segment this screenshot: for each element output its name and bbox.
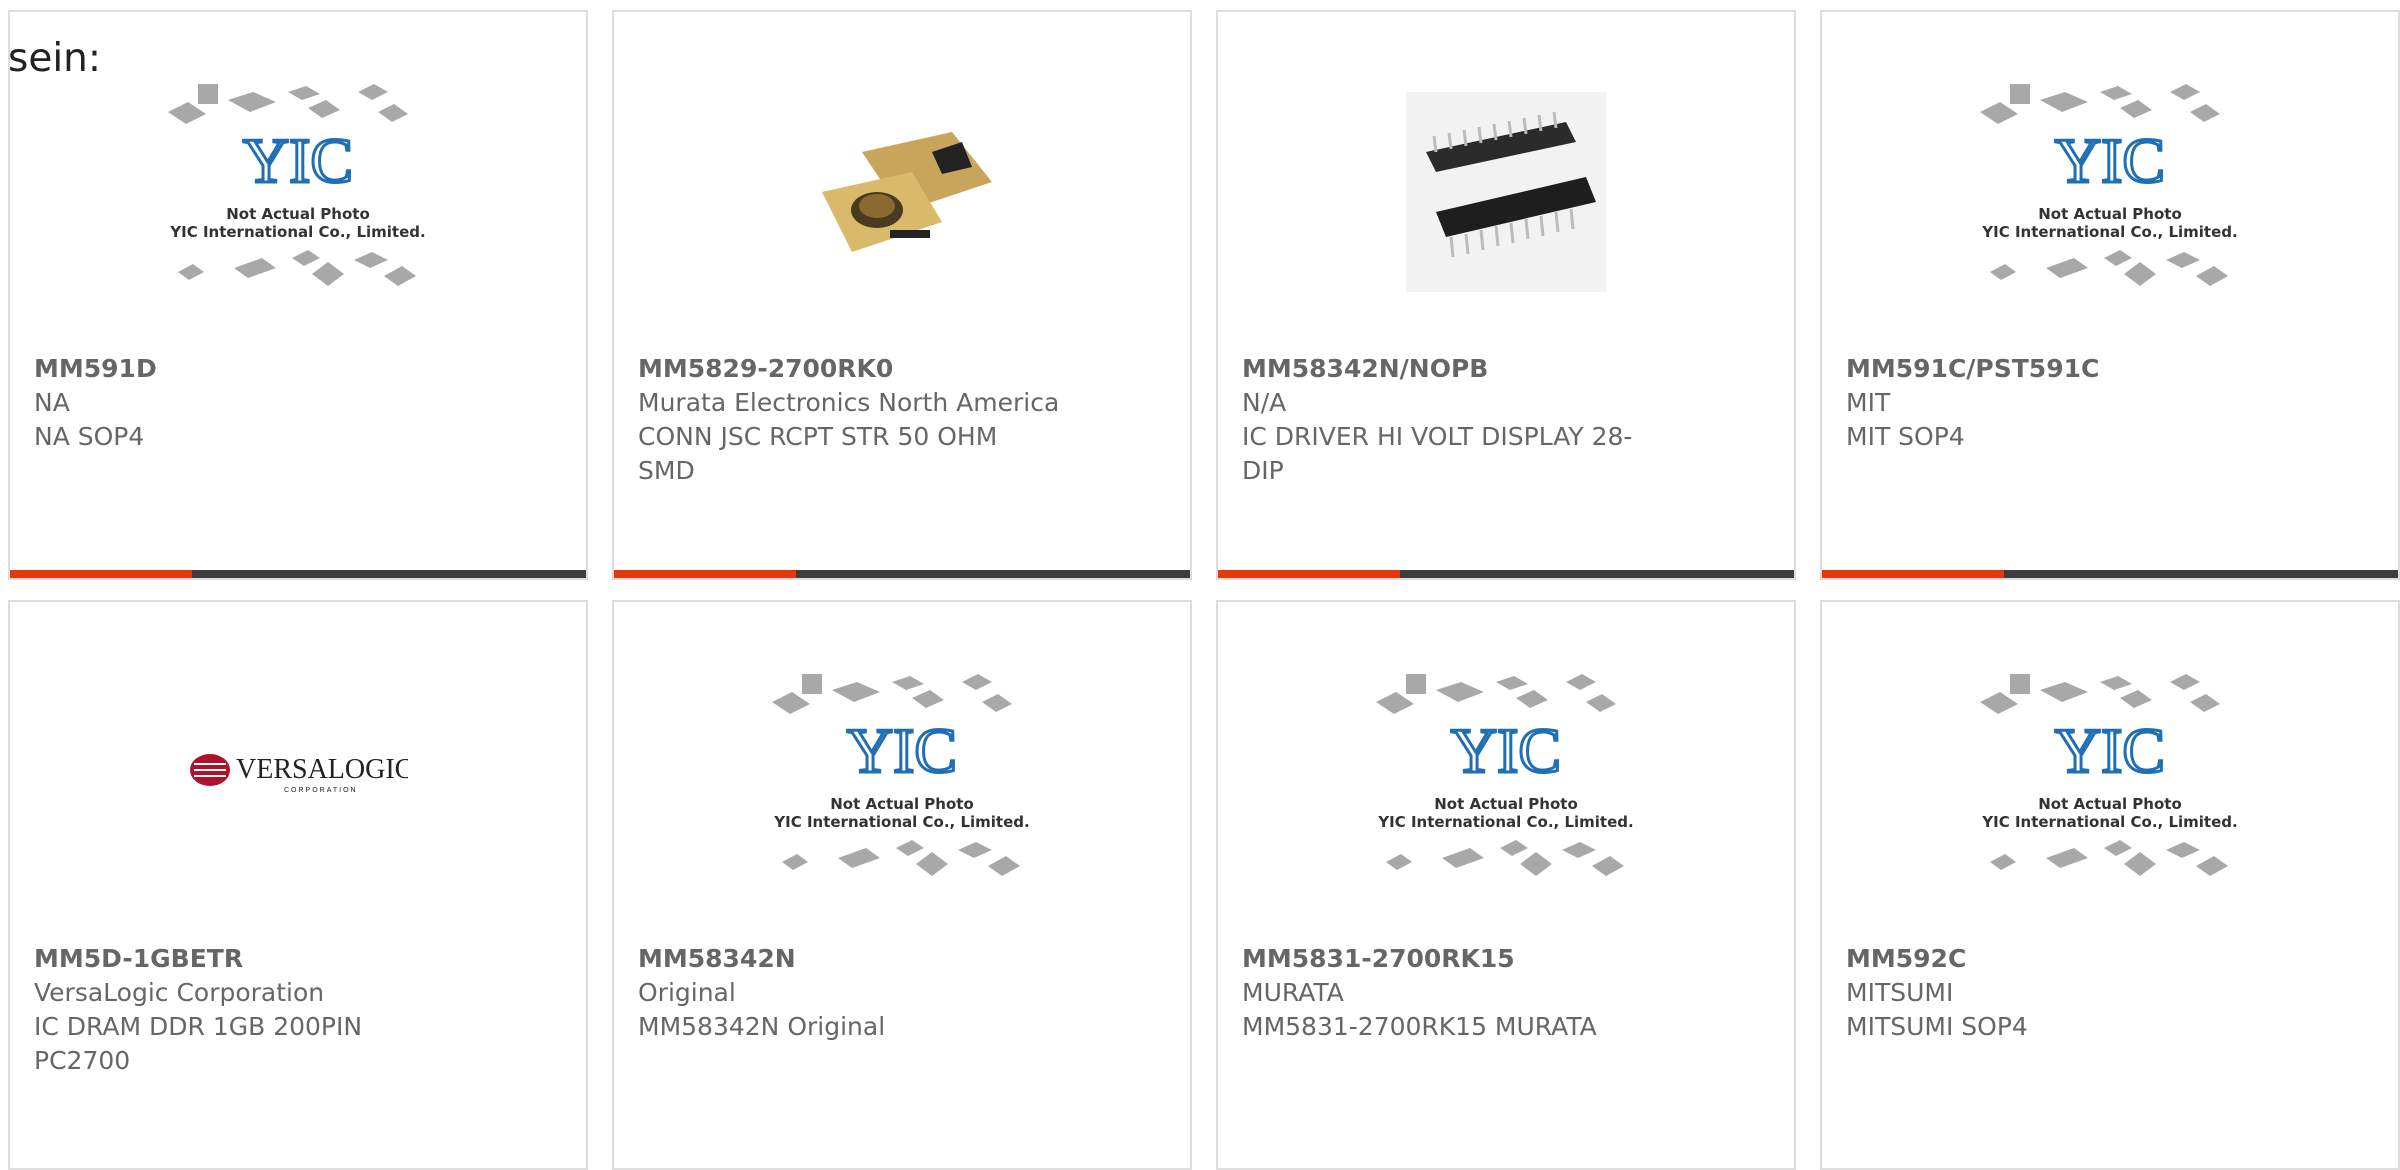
- product-info: MM591D NA NA SOP4: [34, 352, 456, 454]
- card-footer-bar: [1822, 570, 2398, 578]
- manufacturer: Murata Electronics North America: [638, 388, 1060, 417]
- yic-logo: YIC: [2055, 125, 2165, 196]
- description: MM58342N Original: [638, 1012, 886, 1041]
- svg-text:YIC International Co., Limited: YIC International Co., Limited.: [169, 223, 425, 241]
- yic-logo: YIC: [847, 715, 957, 786]
- description: MM5831-2700RK15 MURATA: [1242, 1012, 1597, 1041]
- manufacturer: VersaLogic Corporation: [34, 978, 325, 1007]
- manufacturer: Original: [638, 978, 736, 1007]
- svg-text:YIC International Co., Limited: YIC International Co., Limited.: [773, 813, 1029, 831]
- card-footer-bar: [10, 570, 586, 578]
- part-number[interactable]: MM5829-2700RK0: [638, 352, 1060, 386]
- yic-placeholder-image: YIC Not Actual Photo YIC International C…: [1980, 84, 2238, 286]
- manufacturer: MIT: [1846, 388, 1891, 417]
- svg-text:Not Actual Photo: Not Actual Photo: [2038, 795, 2182, 813]
- product-image-yic-placeholder[interactable]: YIC Not Actual Photo YIC International C…: [1218, 662, 1794, 902]
- product-image-yic-placeholder[interactable]: YIC Not Actual Photo YIC International C…: [10, 72, 586, 312]
- svg-text:YIC International Co., Limited: YIC International Co., Limited.: [1981, 813, 2237, 831]
- product-card[interactable]: VERSALOGIC CORPORATION MM5D-1GBETR Versa…: [8, 600, 588, 1170]
- part-number[interactable]: MM592C: [1846, 942, 2268, 976]
- product-card[interactable]: YIC Not Actual Photo YIC International C…: [8, 10, 588, 580]
- part-number[interactable]: MM5D-1GBETR: [34, 942, 456, 976]
- description: MIT SOP4: [1846, 422, 1965, 451]
- product-image-versalogic-logo[interactable]: VERSALOGIC CORPORATION: [10, 652, 586, 892]
- rf-connector-image: [822, 132, 992, 252]
- part-number[interactable]: MM5831-2700RK15: [1242, 942, 1664, 976]
- yic-placeholder-image: YIC Not Actual Photo YIC International C…: [168, 84, 426, 286]
- part-number[interactable]: MM591C/PST591C: [1846, 352, 2268, 386]
- svg-text:YIC International Co., Limited: YIC International Co., Limited.: [1981, 223, 2237, 241]
- svg-text:CORPORATION: CORPORATION: [284, 787, 358, 794]
- description: IC DRIVER HI VOLT DISPLAY 28-DIP: [1242, 422, 1633, 485]
- description: NA SOP4: [34, 422, 145, 451]
- product-info: MM592C MITSUMI MITSUMI SOP4: [1846, 942, 2268, 1044]
- part-number[interactable]: MM58342N: [638, 942, 1060, 976]
- intro-text: sein:: [8, 36, 102, 81]
- product-card[interactable]: YIC Not Actual Photo YIC International C…: [612, 600, 1192, 1170]
- part-number[interactable]: MM58342N/NOPB: [1242, 352, 1664, 386]
- product-info: MM58342N Original MM58342N Original: [638, 942, 1060, 1044]
- yic-logo: YIC: [1451, 715, 1561, 786]
- versalogic-logo-image: VERSALOGIC CORPORATION: [190, 754, 408, 794]
- product-card[interactable]: MM58342N/NOPB N/A IC DRIVER HI VOLT DISP…: [1216, 10, 1796, 580]
- yic-placeholder-image: YIC Not Actual Photo YIC International C…: [1376, 674, 1634, 876]
- product-card[interactable]: YIC Not Actual Photo YIC International C…: [1820, 600, 2400, 1170]
- product-image-dip-ic[interactable]: [1218, 72, 1794, 312]
- svg-text:VERSALOGIC: VERSALOGIC: [236, 754, 408, 785]
- product-info: MM5831-2700RK15 MURATA MM5831-2700RK15 M…: [1242, 942, 1664, 1044]
- description: MITSUMI SOP4: [1846, 1012, 2028, 1041]
- manufacturer: NA: [34, 388, 70, 417]
- card-footer-bar: [1218, 570, 1794, 578]
- svg-text:YIC International Co., Limited: YIC International Co., Limited.: [1377, 813, 1633, 831]
- product-info: MM5829-2700RK0 Murata Electronics North …: [638, 352, 1060, 488]
- svg-text:Not Actual Photo: Not Actual Photo: [1434, 795, 1578, 813]
- manufacturer: MURATA: [1242, 978, 1344, 1007]
- description: IC DRAM DDR 1GB 200PIN PC2700: [34, 1012, 363, 1075]
- yic-placeholder-image: YIC Not Actual Photo YIC International C…: [1980, 674, 2238, 876]
- description: CONN JSC RCPT STR 50 OHM SMD: [638, 422, 998, 485]
- yic-placeholder-image: YIC Not Actual Photo YIC International C…: [772, 674, 1030, 876]
- dip-ic-image: [1406, 92, 1606, 292]
- part-number[interactable]: MM591D: [34, 352, 456, 386]
- svg-text:Not Actual Photo: Not Actual Photo: [2038, 205, 2182, 223]
- product-info: MM58342N/NOPB N/A IC DRIVER HI VOLT DISP…: [1242, 352, 1664, 488]
- product-card[interactable]: MM5829-2700RK0 Murata Electronics North …: [612, 10, 1192, 580]
- yic-logo: YIC: [243, 125, 353, 196]
- product-info: MM5D-1GBETR VersaLogic Corporation IC DR…: [34, 942, 456, 1078]
- product-card[interactable]: YIC Not Actual Photo YIC International C…: [1216, 600, 1796, 1170]
- product-info: MM591C/PST591C MIT MIT SOP4: [1846, 352, 2268, 454]
- product-image-rf-connector[interactable]: [614, 72, 1190, 312]
- card-footer-bar: [614, 570, 1190, 578]
- manufacturer: MITSUMI: [1846, 978, 1954, 1007]
- svg-text:Not Actual Photo: Not Actual Photo: [830, 795, 974, 813]
- manufacturer: N/A: [1242, 388, 1287, 417]
- product-image-yic-placeholder[interactable]: YIC Not Actual Photo YIC International C…: [1822, 662, 2398, 902]
- product-image-yic-placeholder[interactable]: YIC Not Actual Photo YIC International C…: [614, 662, 1190, 902]
- product-image-yic-placeholder[interactable]: YIC Not Actual Photo YIC International C…: [1822, 72, 2398, 312]
- yic-logo: YIC: [2055, 715, 2165, 786]
- svg-text:Not Actual Photo: Not Actual Photo: [226, 205, 370, 223]
- product-card[interactable]: YIC Not Actual Photo YIC International C…: [1820, 10, 2400, 580]
